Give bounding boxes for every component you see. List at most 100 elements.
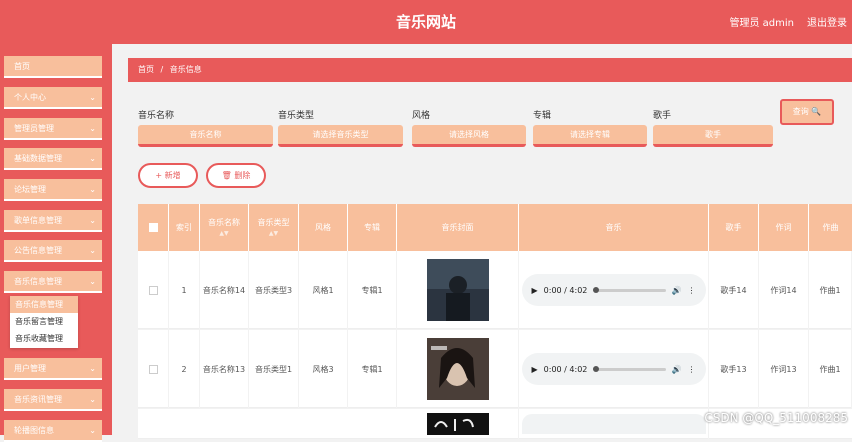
cover-image bbox=[426, 413, 489, 435]
table-row: 2 音乐名称13 音乐类型1 风格3 专辑1 ▶ 0:00 / 4:02 🔊 ⋮… bbox=[138, 330, 852, 408]
chevron-down-icon: ⌄ bbox=[89, 154, 96, 163]
audio-progress[interactable] bbox=[593, 365, 666, 372]
admin-user-label: 管理员 admin bbox=[729, 18, 794, 29]
row-cover bbox=[397, 330, 519, 408]
sidebar-item-10[interactable]: 轮播图信息 ⌄ bbox=[4, 420, 102, 442]
row-audio: ▶ 0:00 / 4:02 🔊 ⋮ bbox=[519, 330, 709, 408]
audio-player[interactable] bbox=[521, 414, 706, 434]
row-index: 2 bbox=[169, 330, 200, 408]
chevron-down-icon: ⌄ bbox=[89, 277, 96, 286]
row-cover bbox=[397, 251, 519, 329]
row-lyricist: 作词14 bbox=[759, 251, 809, 329]
row-checkbox[interactable] bbox=[138, 251, 169, 329]
sidebar-item-6[interactable]: 公告信息管理 ⌄ bbox=[4, 240, 102, 262]
header-singer[interactable]: 歌手 bbox=[709, 204, 759, 251]
query-button[interactable]: 查询 🔍 bbox=[780, 99, 834, 125]
header-cover[interactable]: 音乐封面 bbox=[397, 204, 519, 251]
sidebar-item-7[interactable]: 音乐信息管理 ⌄ bbox=[4, 271, 102, 293]
table-header: 索引 音乐名称 ▲▼ 音乐类型 ▲▼ 风格 专辑 音乐封面 音乐 歌手 作词 作曲 bbox=[138, 204, 852, 251]
submenu-item-music-favorites[interactable]: 音乐收藏管理 bbox=[10, 330, 78, 347]
audio-player[interactable]: ▶ 0:00 / 4:02 🔊 ⋮ bbox=[521, 274, 706, 306]
header-music[interactable]: 音乐 bbox=[519, 204, 709, 251]
logout-link[interactable]: 退出登录 bbox=[807, 14, 847, 29]
sidebar-item-label: 基础数据管理 bbox=[14, 154, 62, 163]
sidebar-item-label: 论坛管理 bbox=[14, 185, 46, 194]
play-icon[interactable]: ▶ bbox=[532, 364, 538, 375]
chevron-down-icon: ⌄ bbox=[89, 216, 96, 225]
chevron-down-icon: ⌄ bbox=[89, 93, 96, 102]
header-album[interactable]: 专辑 bbox=[348, 204, 397, 251]
row-audio: ▶ 0:00 / 4:02 🔊 ⋮ bbox=[519, 251, 709, 329]
add-button[interactable]: + 新增 bbox=[138, 163, 198, 188]
volume-icon[interactable]: 🔊 bbox=[672, 285, 682, 296]
label-singer: 歌手 bbox=[653, 111, 672, 121]
sidebar-item-label: 用户管理 bbox=[14, 364, 46, 373]
sidebar-item-label: 个人中心 bbox=[14, 93, 46, 102]
more-options-icon[interactable]: ⋮ bbox=[688, 364, 696, 375]
play-icon[interactable]: ▶ bbox=[532, 285, 538, 296]
chevron-down-icon: ⌄ bbox=[89, 395, 96, 404]
site-title: 音乐网站 bbox=[395, 13, 456, 31]
sidebar-item-label: 音乐信息管理 bbox=[14, 277, 62, 286]
style-select[interactable]: 请选择风格 bbox=[412, 125, 526, 147]
chevron-down-icon: ⌄ bbox=[89, 246, 96, 255]
table-row: 1 音乐名称14 音乐类型3 风格1 专辑1 ▶ 0:00 / 4:02 🔊 ⋮… bbox=[138, 251, 852, 329]
label-album: 专辑 bbox=[533, 111, 552, 121]
breadcrumb-separator: / bbox=[160, 65, 164, 74]
cover-image bbox=[426, 259, 489, 321]
album-select[interactable]: 请选择专辑 bbox=[533, 125, 647, 147]
row-checkbox[interactable] bbox=[138, 330, 169, 408]
row-music-name: 音乐名称14 bbox=[200, 251, 249, 329]
row-singer: 歌手13 bbox=[709, 330, 759, 408]
row-style: 风格1 bbox=[299, 251, 348, 329]
watermark: CSDN @QQ_511008285 bbox=[704, 411, 848, 425]
row-music-name: 音乐名称13 bbox=[200, 330, 249, 408]
audio-player[interactable]: ▶ 0:00 / 4:02 🔊 ⋮ bbox=[521, 353, 706, 385]
breadcrumb-home[interactable]: 首页 bbox=[138, 65, 154, 74]
sidebar-item-label: 首页 bbox=[14, 62, 30, 71]
header-select-all[interactable] bbox=[138, 204, 169, 251]
header-composer[interactable]: 作曲 bbox=[809, 204, 852, 251]
audio-progress[interactable] bbox=[593, 286, 666, 293]
chevron-down-icon: ⌄ bbox=[89, 124, 96, 133]
row-album: 专辑1 bbox=[348, 251, 397, 329]
sidebar-item-label: 管理员管理 bbox=[14, 124, 54, 133]
sidebar-item-8[interactable]: 用户管理 ⌄ bbox=[4, 358, 102, 380]
header-lyricist[interactable]: 作词 bbox=[759, 204, 809, 251]
sidebar-item-label: 公告信息管理 bbox=[14, 246, 62, 255]
sidebar-item-label: 轮播图信息 bbox=[14, 426, 54, 435]
music-name-input[interactable]: 音乐名称 bbox=[138, 125, 273, 147]
breadcrumb: 首页 / 音乐信息 bbox=[128, 58, 852, 82]
volume-icon[interactable]: 🔊 bbox=[672, 364, 682, 375]
sidebar-item-1[interactable]: 个人中心 ⌄ bbox=[4, 87, 102, 109]
header-index: 索引 bbox=[169, 204, 200, 251]
music-type-select[interactable]: 请选择音乐类型 bbox=[278, 125, 403, 147]
row-index: 1 bbox=[169, 251, 200, 329]
row-composer: 作曲1 bbox=[809, 330, 852, 408]
row-music-type: 音乐类型1 bbox=[249, 330, 299, 408]
row-style: 风格3 bbox=[299, 330, 348, 408]
top-bar: 音乐网站 管理员 admin 退出登录 bbox=[0, 0, 852, 44]
sidebar-item-5[interactable]: 歌单信息管理 ⌄ bbox=[4, 210, 102, 232]
delete-button[interactable]: 🗑 删除 bbox=[206, 163, 266, 188]
sidebar-item-9[interactable]: 音乐资讯管理 ⌄ bbox=[4, 389, 102, 411]
submenu-item-music-comments[interactable]: 音乐留言管理 bbox=[10, 313, 78, 330]
more-options-icon[interactable]: ⋮ bbox=[688, 285, 696, 296]
header-music-name[interactable]: 音乐名称 ▲▼ bbox=[200, 204, 249, 251]
row-lyricist: 作词13 bbox=[759, 330, 809, 408]
singer-input[interactable]: 歌手 bbox=[653, 125, 773, 147]
sidebar-item-4[interactable]: 论坛管理 ⌄ bbox=[4, 179, 102, 201]
header-style[interactable]: 风格 bbox=[299, 204, 348, 251]
row-album: 专辑1 bbox=[348, 330, 397, 408]
row-music-type: 音乐类型3 bbox=[249, 251, 299, 329]
label-music-name: 音乐名称 bbox=[138, 111, 175, 121]
sidebar-item-2[interactable]: 管理员管理 ⌄ bbox=[4, 118, 102, 140]
header-music-type[interactable]: 音乐类型 ▲▼ bbox=[249, 204, 299, 251]
sidebar-item-label: 音乐资讯管理 bbox=[14, 395, 62, 404]
sidebar-item-0[interactable]: 首页 bbox=[4, 56, 102, 78]
label-music-type: 音乐类型 bbox=[278, 111, 315, 121]
chevron-down-icon: ⌄ bbox=[89, 426, 96, 435]
sidebar-item-label: 歌单信息管理 bbox=[14, 216, 62, 225]
sidebar-item-3[interactable]: 基础数据管理 ⌄ bbox=[4, 148, 102, 170]
submenu-item-music-info[interactable]: 音乐信息管理 bbox=[10, 296, 78, 313]
